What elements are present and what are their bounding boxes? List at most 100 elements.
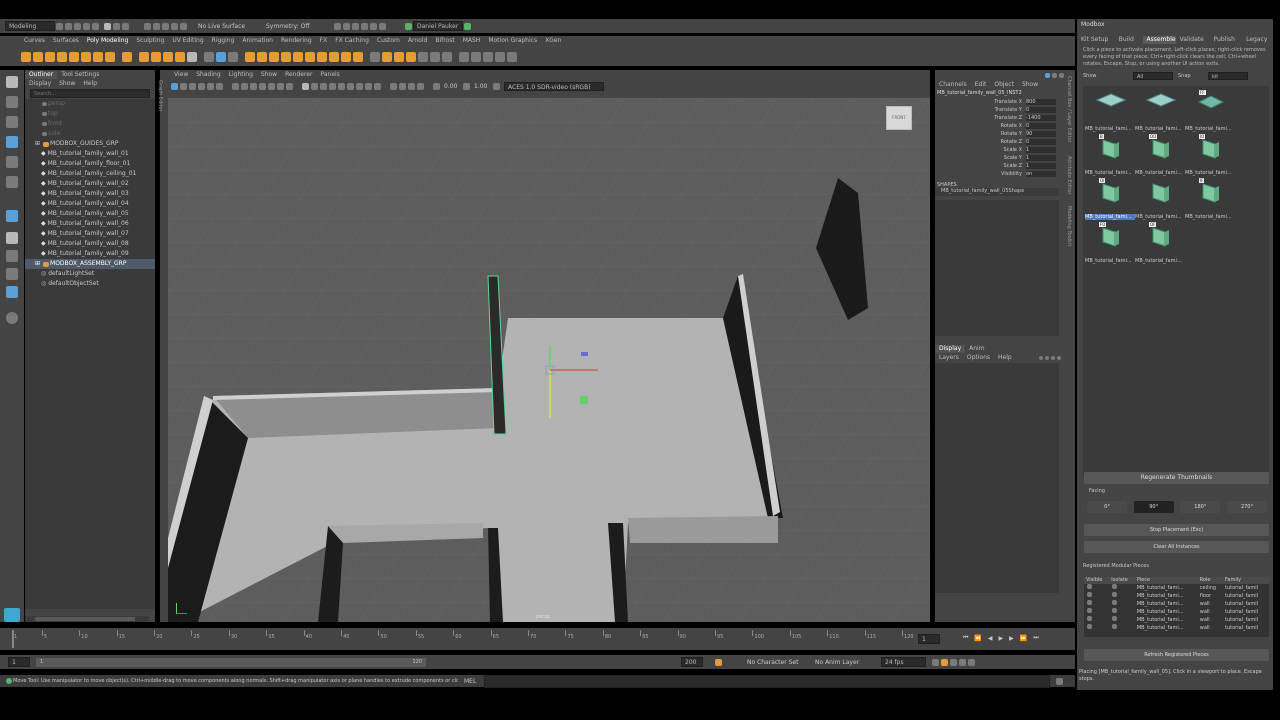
ambient-occlusion-icon[interactable] — [356, 82, 363, 90]
user-account[interactable]: Daniel Pauker — [413, 21, 463, 31]
workspace-select[interactable]: Modeling — [5, 21, 55, 31]
new-scene-icon[interactable] — [56, 22, 63, 30]
symmetry-select[interactable]: Symmetry: Off — [266, 23, 326, 30]
modbox-tab-kit-setup[interactable]: Kit Setup — [1077, 36, 1110, 44]
outliner-item-mesh[interactable]: ◆ MB_tutorial_family_wall_02 — [25, 179, 155, 189]
shape-name[interactable]: MB_tutorial_family_wall_05Shape — [935, 188, 1059, 196]
tab-outliner[interactable]: Outliner — [25, 70, 58, 79]
grease-pencil-icon[interactable] — [216, 82, 223, 90]
outliner-menu-show[interactable]: Show — [55, 80, 79, 88]
regenerate-thumbnails-button[interactable]: Regenerate Thumbnails — [1084, 472, 1269, 484]
shelf-tab[interactable]: Motion Graphics — [484, 37, 541, 45]
channel-attribute[interactable]: Rotate Y 90 — [935, 130, 1060, 138]
table-row[interactable]: MB_tutorial_fami... wall tutorial_famil — [1084, 624, 1269, 632]
shelf-tab[interactable]: FX — [316, 37, 332, 45]
outliner-camera[interactable]: side — [25, 129, 155, 139]
show-select[interactable]: All — [1133, 72, 1173, 80]
shelf-tab[interactable]: MASH — [459, 37, 485, 45]
append-icon[interactable] — [281, 52, 291, 62]
table-row[interactable]: MB_tutorial_fami... wall tutorial_famil — [1084, 616, 1269, 624]
channel-menu-object[interactable]: Object — [990, 81, 1018, 89]
smooth-icon[interactable] — [228, 52, 238, 62]
column-header[interactable]: Role — [1198, 577, 1223, 584]
save-scene-icon[interactable] — [74, 22, 81, 30]
expand-icon[interactable]: ⊞ — [35, 259, 40, 269]
lasso-tool-icon[interactable] — [5, 96, 19, 110]
center-pivot-icon[interactable] — [370, 52, 380, 62]
viewport-menu-renderer[interactable]: Renderer — [281, 71, 316, 79]
undo-icon[interactable] — [83, 22, 90, 30]
shelf-tab[interactable]: Surfaces — [49, 37, 83, 45]
bevel-icon[interactable] — [257, 52, 267, 62]
facing-button-active[interactable]: 90° — [1133, 501, 1174, 513]
piece-thumbnail[interactable]: MB_tutorial_fami... — [1135, 88, 1185, 132]
column-header[interactable]: Isolate — [1109, 577, 1135, 584]
piece-thumbnail[interactable]: FF MB_tutorial_fami... — [1185, 88, 1235, 132]
column-header[interactable]: Family — [1223, 577, 1269, 584]
open-scene-icon[interactable] — [65, 22, 72, 30]
poly-cylinder-icon[interactable] — [45, 52, 55, 62]
outliner-item-mesh[interactable]: ◆ MB_tutorial_family_wall_01 — [25, 149, 155, 159]
time-slider[interactable]: 1 5 10 15 20 25 30 35 40 45 50 55 60 65 70 75 80 85 90 95 10… — [0, 628, 1075, 650]
two-view-icon[interactable] — [5, 268, 19, 282]
visible-toggle-icon[interactable] — [1087, 624, 1092, 629]
isolate-toggle-icon[interactable] — [1112, 608, 1118, 613]
table-row[interactable]: MB_tutorial_fami... wall tutorial_famil — [1084, 600, 1269, 608]
piece-thumbnail[interactable]: OO MB_tutorial_fami... — [1135, 132, 1185, 176]
end-frame-field[interactable]: 200 — [681, 657, 703, 667]
layer-icon[interactable] — [1052, 72, 1057, 78]
piece-thumbnail[interactable]: OF MB_tutorial_fami... — [1135, 220, 1185, 264]
piece-thumbnail[interactable]: MB_tutorial_fami... — [1135, 176, 1185, 220]
channel-attribute[interactable]: Rotate X0 — [935, 122, 1060, 130]
anim-prefs-icon[interactable] — [950, 658, 957, 666]
shadows-icon[interactable] — [347, 82, 354, 90]
field-chart-icon[interactable] — [268, 82, 275, 90]
poly-cone-icon[interactable] — [57, 52, 67, 62]
safe-title-icon[interactable] — [286, 82, 293, 90]
snap-curve-icon[interactable] — [153, 22, 160, 30]
column-header[interactable]: Piece — [1135, 577, 1198, 584]
super-shape-icon[interactable] — [122, 52, 132, 62]
wireframe-on-shaded-icon[interactable] — [320, 82, 327, 90]
isolate-toggle-icon[interactable] — [1112, 624, 1118, 629]
shelf-tab[interactable]: Custom — [373, 37, 404, 45]
snap-point-icon[interactable] — [162, 22, 169, 30]
channel-attribute[interactable]: Scale Z1 — [935, 162, 1060, 170]
table-row[interactable]: MB_tutorial_fami... ceiling tutorial_fam… — [1084, 584, 1269, 592]
combine-icon[interactable] — [139, 52, 149, 62]
poly-cube-icon[interactable] — [33, 52, 43, 62]
viewport-menu-lighting[interactable]: Lighting — [225, 71, 257, 79]
hypershade-icon[interactable] — [361, 22, 368, 30]
shelf-tab[interactable]: Bifrost — [431, 37, 458, 45]
move-tool-icon[interactable] — [5, 136, 19, 150]
outliner-scrollbar[interactable] — [25, 616, 149, 622]
render-frame-icon[interactable] — [334, 22, 341, 30]
channel-menu-edit[interactable]: Edit — [971, 81, 991, 89]
layer-menu-layers[interactable]: Layers — [935, 354, 963, 362]
facing-button[interactable]: 270° — [1226, 501, 1267, 513]
history-icon[interactable] — [483, 52, 493, 62]
channel-attribute[interactable]: Scale Y1 — [935, 154, 1060, 162]
pause-icon[interactable] — [379, 22, 386, 30]
safe-action-icon[interactable] — [277, 82, 284, 90]
channel-attribute[interactable]: Rotate Z0 — [935, 138, 1060, 146]
modbox-tab-publish[interactable]: Publish — [1208, 36, 1241, 44]
mirror-icon[interactable] — [216, 52, 226, 62]
rotate-tool-icon[interactable] — [5, 156, 19, 170]
platonic-icon[interactable] — [105, 52, 115, 62]
color-management-icon[interactable] — [493, 82, 500, 90]
visible-toggle-icon[interactable] — [1087, 584, 1092, 589]
mel-label[interactable]: MEL — [464, 678, 484, 685]
snap-grid-icon[interactable] — [144, 22, 151, 30]
step-forward-key-icon[interactable]: ⏩ — [1020, 635, 1027, 642]
target-weld-icon[interactable] — [329, 52, 339, 62]
side-tab-modeling-toolkit[interactable]: Modeling Toolkit — [1066, 206, 1072, 246]
uv-layout-icon[interactable] — [382, 52, 392, 62]
xray-components-icon[interactable] — [417, 82, 424, 90]
expand-icon[interactable]: ⊞ — [35, 139, 40, 149]
piece-thumbnail[interactable]: B MB_tutorial_fami... — [1085, 132, 1135, 176]
outliner-item-set[interactable]: ◎ defaultLightSet — [25, 269, 155, 279]
shelf-tab-active[interactable]: Poly Modeling — [83, 37, 133, 45]
fps-select[interactable]: 24 fps — [881, 657, 926, 667]
visible-toggle-icon[interactable] — [1087, 608, 1092, 613]
